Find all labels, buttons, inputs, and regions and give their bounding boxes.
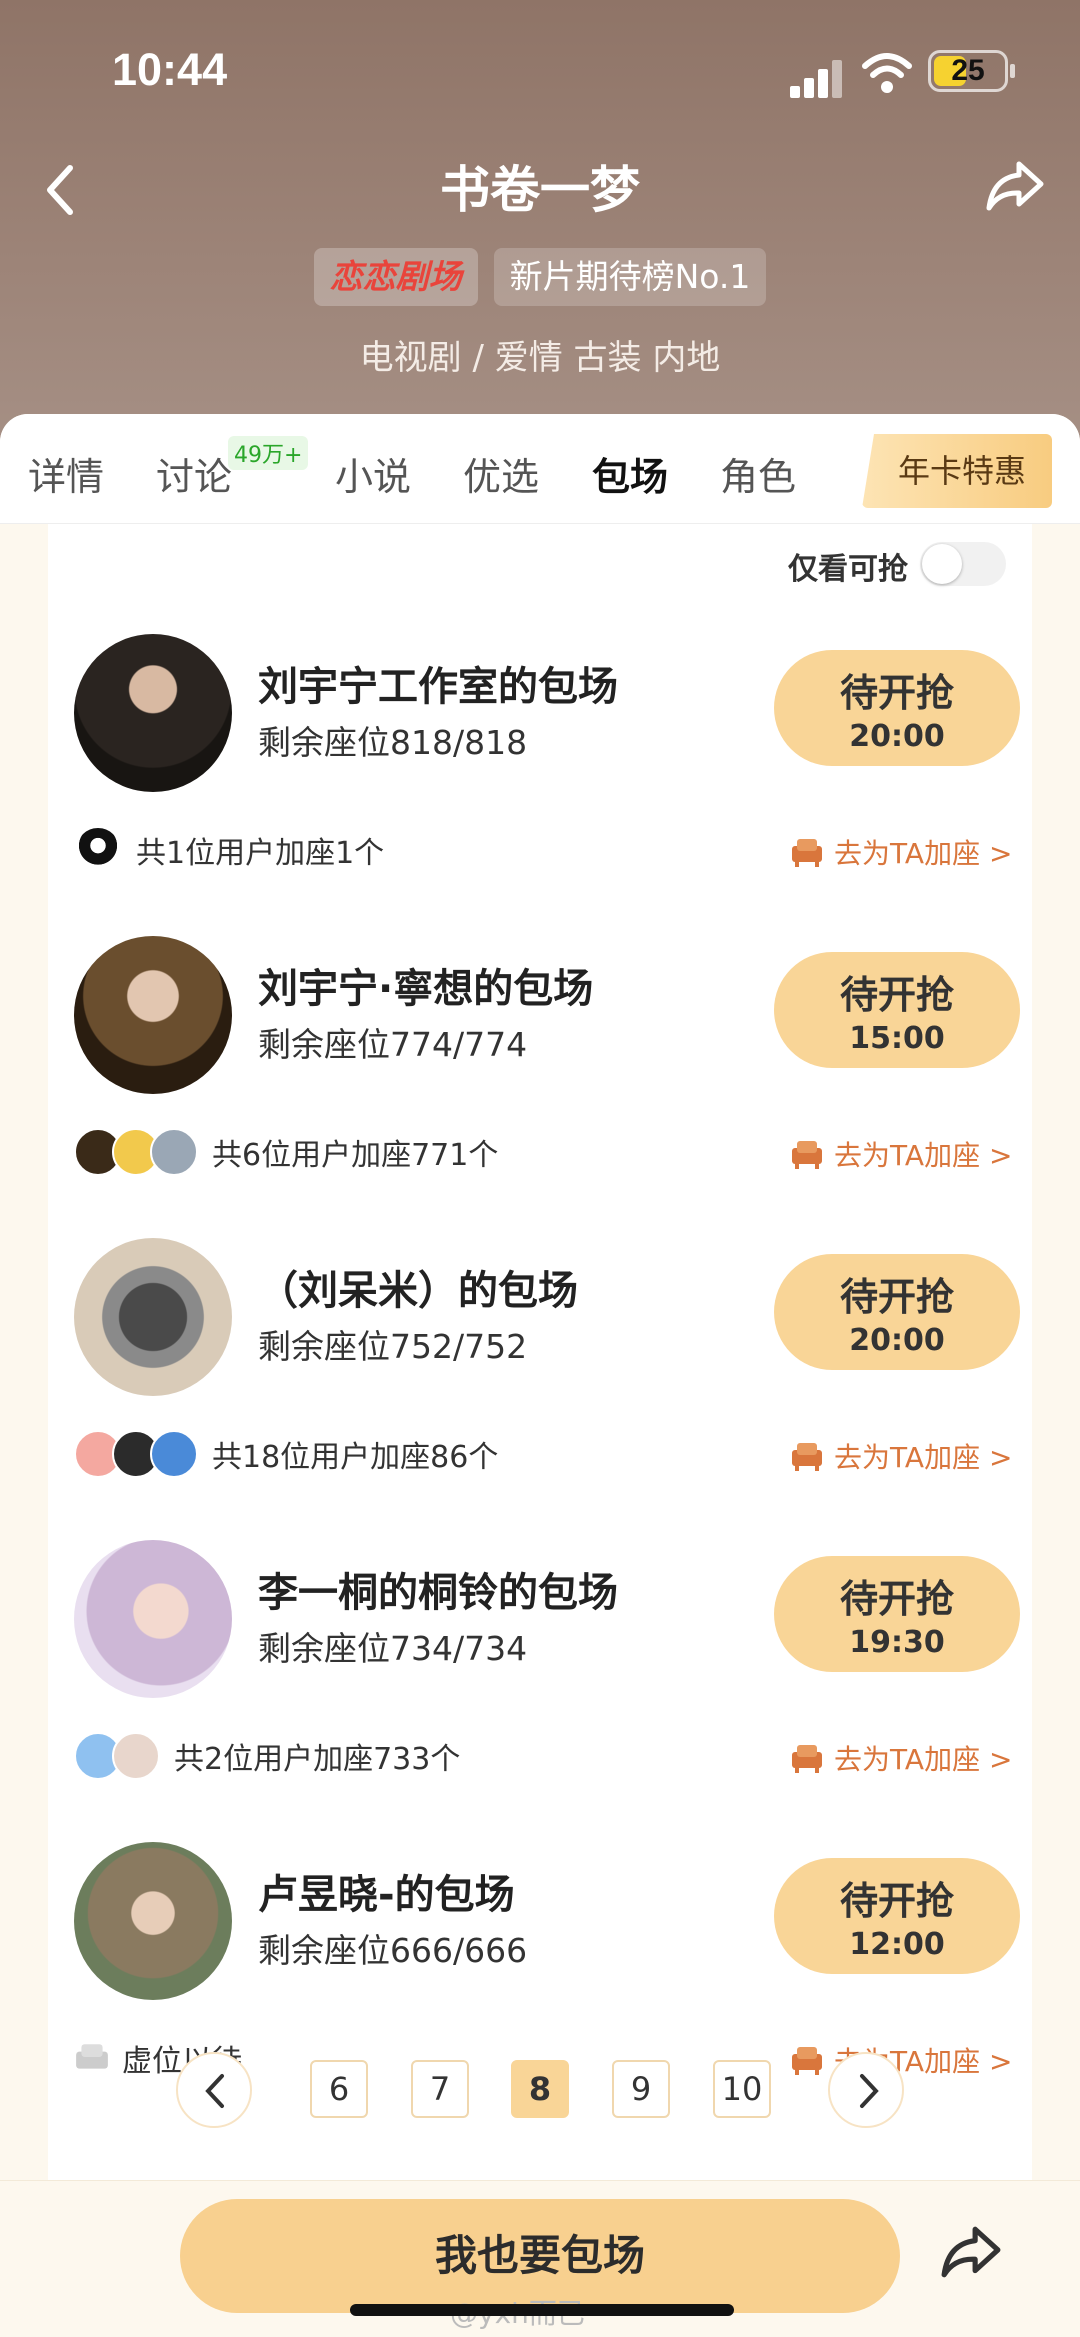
seat-icon xyxy=(792,1745,822,1773)
filter-row: 仅看可抢 xyxy=(48,524,1032,604)
share-icon[interactable] xyxy=(985,158,1045,214)
prev-page-button[interactable] xyxy=(176,2052,252,2128)
page-7[interactable]: 7 xyxy=(411,2060,469,2118)
screening-name: 卢昱晓-的包场 xyxy=(258,1872,515,1918)
add-seat-label: 去为TA加座 > xyxy=(834,1743,1013,1776)
qq-penguin-icon xyxy=(74,826,122,874)
list-item[interactable]: （刘呆米）的包场 剩余座位752/752 待开抢 20:00 共18位用户加座8… xyxy=(48,1238,1032,1540)
grab-status: 待开抢 xyxy=(839,671,954,715)
chevron-left-icon xyxy=(205,2074,224,2108)
grab-time: 12:00 xyxy=(849,1927,945,1962)
list-item[interactable]: 李一桐的桐铃的包场 剩余座位734/734 待开抢 19:30 共2位用户加座7… xyxy=(48,1540,1032,1842)
annual-card-promo-tab[interactable]: 年卡特惠 xyxy=(862,434,1052,508)
filter-label: 仅看可抢 xyxy=(788,552,908,587)
seat-icon xyxy=(792,839,822,867)
tab-discussion[interactable]: 讨论 xyxy=(156,446,232,501)
page-8-current[interactable]: 8 xyxy=(511,2060,569,2118)
host-avatar[interactable] xyxy=(74,1238,232,1396)
share-icon[interactable] xyxy=(940,2223,1002,2281)
pagination: 6 7 8 9 10 xyxy=(48,2046,1032,2136)
battery-icon: 25 xyxy=(928,50,1015,92)
tab-characters[interactable]: 角色 xyxy=(720,446,796,501)
screening-name: 刘宇宁·寧想的包场 xyxy=(258,966,594,1012)
tag-row: 恋恋剧场 新片期待榜No.1 xyxy=(0,248,1080,306)
tab-featured[interactable]: 优选 xyxy=(463,446,539,501)
grab-status: 待开抢 xyxy=(839,1879,954,1923)
add-seat-link[interactable]: 去为TA加座 > xyxy=(790,1738,1012,1778)
user-avatar xyxy=(150,1430,198,1478)
home-indicator xyxy=(350,2304,734,2316)
joined-users-text: 共2位用户加座733个 xyxy=(174,1742,461,1777)
page-title: 书卷一梦 xyxy=(440,161,640,219)
host-avatar[interactable] xyxy=(74,936,232,1094)
screening-name: 李一桐的桐铃的包场 xyxy=(258,1570,618,1616)
brand-tag: 恋恋剧场 xyxy=(313,248,478,306)
battery-level: 25 xyxy=(951,54,985,87)
pending-grab-button[interactable]: 待开抢 12:00 xyxy=(774,1858,1020,1974)
joined-users: 共18位用户加座86个 xyxy=(74,1426,498,1482)
tab-details[interactable]: 详情 xyxy=(28,446,104,501)
remaining-seats: 剩余座位774/774 xyxy=(258,1025,528,1064)
screening-list: 仅看可抢 刘宇宁工作室的包场 剩余座位818/818 待开抢 20:00 共1位… xyxy=(48,524,1032,2244)
tab-private-screening[interactable]: 包场 xyxy=(592,446,668,501)
grab-time: 15:00 xyxy=(849,1021,945,1056)
grab-time: 20:00 xyxy=(849,1323,945,1358)
page-9[interactable]: 9 xyxy=(612,2060,670,2118)
add-seat-label: 去为TA加座 > xyxy=(834,1441,1013,1474)
joined-users-text: 共1位用户加座1个 xyxy=(136,836,385,871)
remaining-seats: 剩余座位734/734 xyxy=(258,1629,528,1668)
status-bar: 10:44 25 xyxy=(0,40,1080,110)
rank-tag[interactable]: 新片期待榜No.1 xyxy=(493,248,767,306)
remaining-seats: 剩余座位666/666 xyxy=(258,1931,528,1970)
host-avatar[interactable] xyxy=(74,634,232,792)
pending-grab-button[interactable]: 待开抢 20:00 xyxy=(774,1254,1020,1370)
grab-status: 待开抢 xyxy=(839,973,954,1017)
remaining-seats: 剩余座位752/752 xyxy=(258,1327,528,1366)
joined-users: 共6位用户加座771个 xyxy=(74,1124,498,1180)
hero-header: 10:44 25 书卷一梦 恋恋剧场 新片期待榜No.1 电视剧 / 爱情 古装… xyxy=(0,0,1080,440)
screening-name: 刘宇宁工作室的包场 xyxy=(258,664,618,710)
list-item[interactable]: 刘宇宁工作室的包场 剩余座位818/818 待开抢 20:00 共1位用户加座1… xyxy=(48,634,1032,936)
joined-users: 共1位用户加座1个 xyxy=(74,822,384,878)
grab-time: 19:30 xyxy=(849,1625,945,1660)
remaining-seats: 剩余座位818/818 xyxy=(258,723,528,762)
add-seat-label: 去为TA加座 > xyxy=(834,1139,1013,1172)
status-time: 10:44 xyxy=(112,44,228,95)
grab-status: 待开抢 xyxy=(839,1577,954,1621)
host-avatar[interactable] xyxy=(74,1540,232,1698)
joined-users-text: 共6位用户加座771个 xyxy=(212,1138,499,1173)
cellular-signal-icon xyxy=(790,58,844,98)
user-avatar xyxy=(150,1128,198,1176)
tab-novel[interactable]: 小说 xyxy=(335,446,411,501)
joined-users: 共2位用户加座733个 xyxy=(74,1728,460,1784)
add-seat-link[interactable]: 去为TA加座 > xyxy=(790,832,1012,872)
genre-line: 电视剧 / 爱情 古装 内地 xyxy=(359,338,721,378)
tab-bar: 详情 讨论 49万+ 小说 优选 包场 角色 年卡特惠 xyxy=(0,414,1080,524)
page-10[interactable]: 10 xyxy=(713,2060,771,2118)
page-6[interactable]: 6 xyxy=(310,2060,368,2118)
user-avatar xyxy=(112,1732,160,1780)
pending-grab-button[interactable]: 待开抢 19:30 xyxy=(774,1556,1020,1672)
pending-grab-button[interactable]: 待开抢 15:00 xyxy=(774,952,1020,1068)
content-card: 详情 讨论 49万+ 小说 优选 包场 角色 年卡特惠 仅看可抢 刘宇宁工作室的… xyxy=(0,414,1080,2337)
seat-icon xyxy=(792,1443,822,1471)
wifi-icon xyxy=(862,53,912,93)
add-seat-link[interactable]: 去为TA加座 > xyxy=(790,1134,1012,1174)
chevron-right-icon xyxy=(860,2074,879,2108)
grab-status: 待开抢 xyxy=(839,1275,954,1319)
screening-name: （刘呆米）的包场 xyxy=(258,1268,578,1314)
add-seat-link[interactable]: 去为TA加座 > xyxy=(790,1436,1012,1476)
available-only-toggle[interactable] xyxy=(920,542,1006,586)
list-item[interactable]: 刘宇宁·寧想的包场 剩余座位774/774 待开抢 15:00 共6位用户加座7… xyxy=(48,936,1032,1238)
joined-users-text: 共18位用户加座86个 xyxy=(212,1440,499,1475)
next-page-button[interactable] xyxy=(828,2052,904,2128)
pending-grab-button[interactable]: 待开抢 20:00 xyxy=(774,650,1020,766)
host-avatar[interactable] xyxy=(74,1842,232,2000)
seat-icon xyxy=(792,1141,822,1169)
grab-time: 20:00 xyxy=(849,719,945,754)
add-seat-label: 去为TA加座 > xyxy=(834,837,1013,870)
discussion-count-badge: 49万+ xyxy=(228,436,309,470)
